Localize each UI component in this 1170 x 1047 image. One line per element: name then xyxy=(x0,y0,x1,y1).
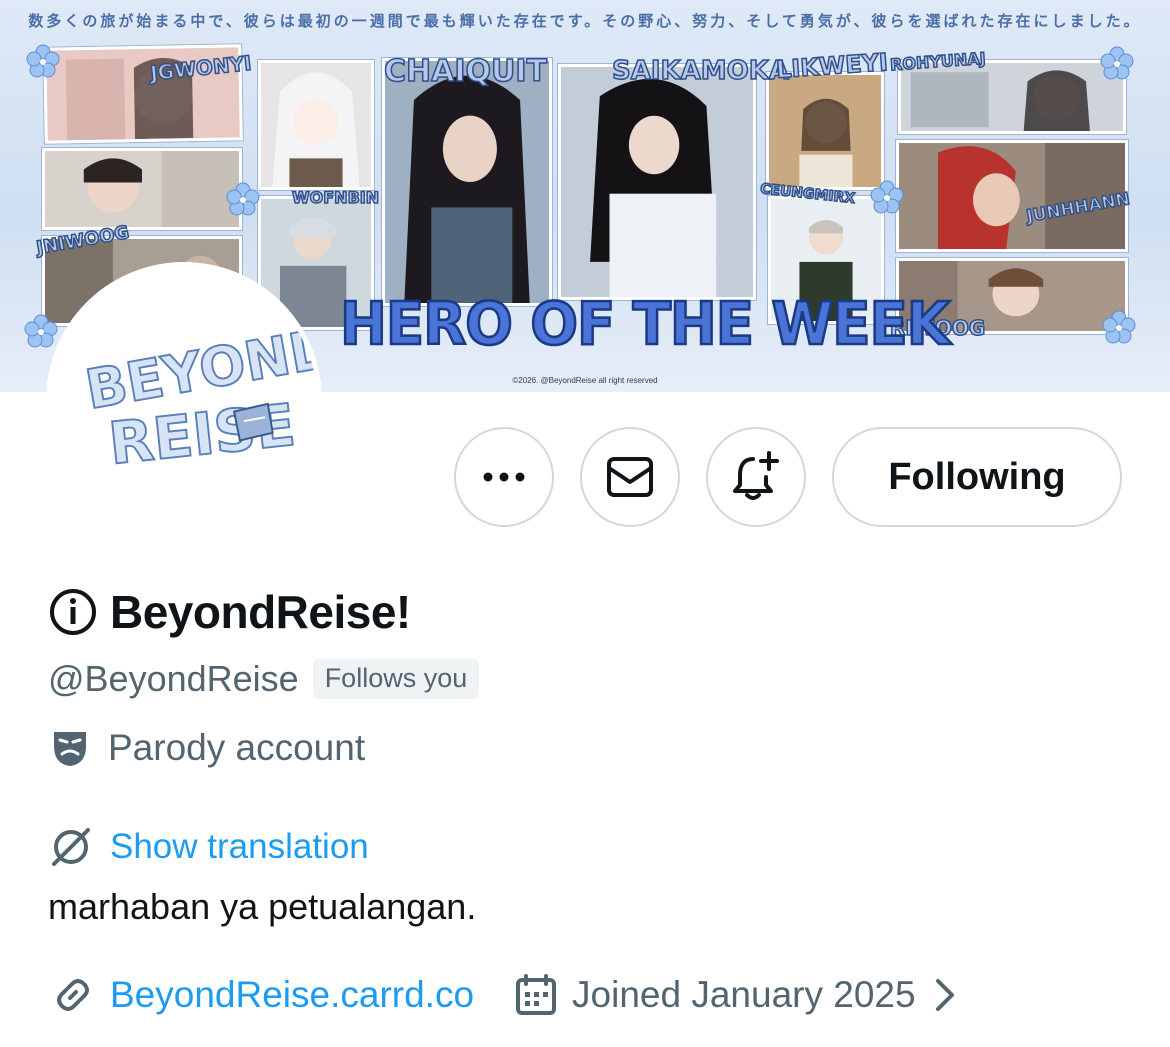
parody-label-row[interactable]: Parody account xyxy=(50,724,365,772)
info-circle-icon[interactable] xyxy=(48,587,98,637)
theater-mask-icon xyxy=(54,732,86,766)
website-link[interactable]: BeyondReise.carrd.co xyxy=(110,974,474,1016)
banner-panel-2 xyxy=(42,148,242,230)
translate-globe-icon xyxy=(52,828,90,866)
profile-screen: 数多くの旅が始まる中で、彼らは最初の一週間で最も輝いた存在です。その野心、努力、… xyxy=(0,0,1170,1047)
banner-name-tag: SAIKAMOKA xyxy=(611,55,790,87)
show-translation-link[interactable]: Show translation xyxy=(110,827,369,867)
message-button[interactable] xyxy=(580,427,680,527)
following-button[interactable]: Following xyxy=(832,427,1122,527)
banner-panel-7 xyxy=(558,64,756,300)
envelope-icon xyxy=(607,457,653,497)
banner-panel-6 xyxy=(382,58,552,306)
avatar-logo: BEYOND REISE xyxy=(51,267,317,533)
user-handle: @BeyondReise xyxy=(48,658,299,699)
banner-name-tag: WOFNBIN xyxy=(291,187,380,208)
flower-icon xyxy=(870,180,904,214)
flower-icon xyxy=(26,44,60,78)
banner-copyright: ©2026. @BeyondReise all right reserved xyxy=(512,376,658,385)
display-name: BeyondReise! xyxy=(110,586,411,638)
flower-icon xyxy=(24,314,58,348)
profile-avatar[interactable]: BEYOND REISE xyxy=(46,262,322,538)
flower-icon xyxy=(1102,310,1136,344)
follows-you-badge: Follows you xyxy=(312,659,480,699)
flower-icon xyxy=(1100,46,1134,80)
flower-icon xyxy=(226,182,260,216)
display-name-row: BeyondReise! xyxy=(48,584,411,640)
banner-panel-4 xyxy=(258,60,374,190)
profile-meta-row: BeyondReise.carrd.co Joined January 2025 xyxy=(50,970,960,1020)
handle-row: @BeyondReise Follows you xyxy=(48,656,480,702)
banner-name-tag: CHAIQUIT xyxy=(383,53,548,90)
bell-plus-icon xyxy=(733,451,779,500)
banner-panel-8 xyxy=(766,72,884,190)
profile-bio: marhaban ya petualangan. xyxy=(48,886,477,927)
banner-caption: 数多くの旅が始まる中で、彼らは最初の一週間で最も輝いた存在です。その野心、努力、… xyxy=(28,12,1142,30)
notifications-button[interactable] xyxy=(706,427,806,527)
chevron-right-icon[interactable] xyxy=(930,977,960,1013)
banner-headline: HERO OF THE WEEK xyxy=(339,289,952,360)
joined-date: Joined January 2025 xyxy=(572,974,916,1015)
translation-row[interactable]: Show translation xyxy=(48,824,369,870)
parody-account-label: Parody account xyxy=(108,727,366,768)
link-icon xyxy=(57,979,89,1011)
calendar-icon xyxy=(516,974,557,1015)
more-dots-icon xyxy=(483,472,525,482)
more-options-button[interactable] xyxy=(454,427,554,527)
